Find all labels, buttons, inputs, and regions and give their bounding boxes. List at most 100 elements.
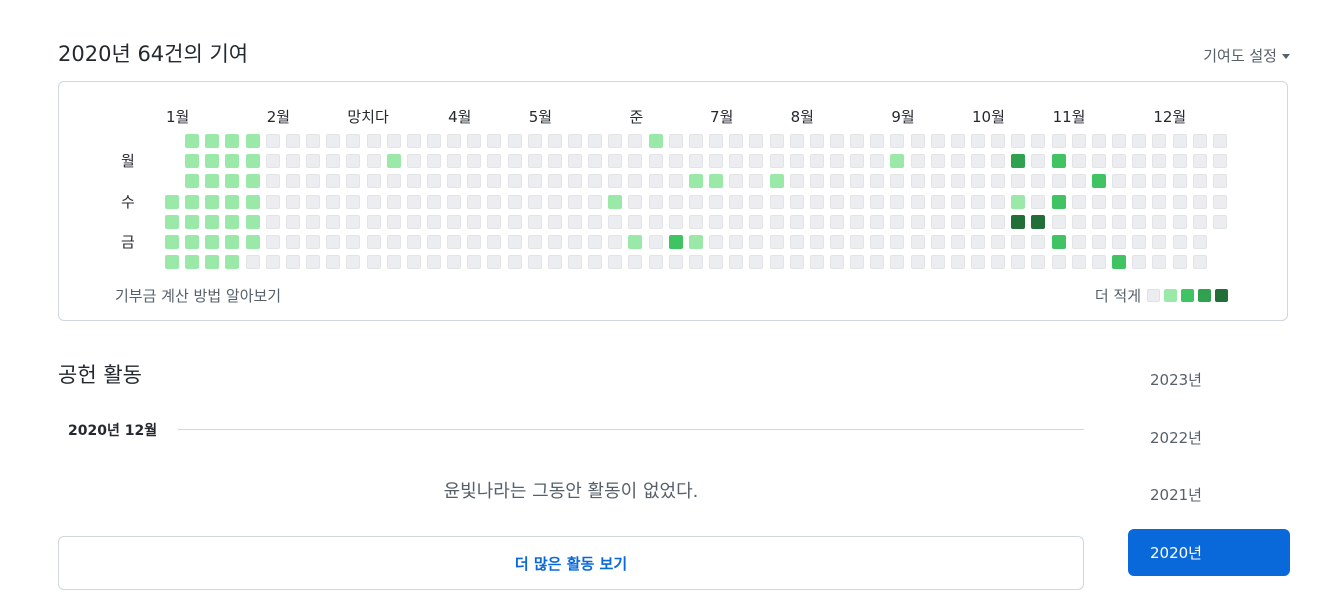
contribution-day[interactable] [225, 134, 240, 148]
contribution-day[interactable] [406, 154, 421, 169]
contribution-day[interactable] [205, 174, 220, 189]
contribution-day[interactable] [467, 214, 482, 229]
contribution-day[interactable] [366, 174, 381, 189]
contribution-day[interactable] [991, 255, 1006, 270]
contribution-day[interactable] [950, 214, 965, 229]
contribution-day[interactable] [668, 174, 683, 189]
contribution-day[interactable] [950, 154, 965, 169]
contribution-day[interactable] [930, 194, 945, 209]
contribution-day[interactable] [991, 214, 1006, 229]
contribution-day[interactable] [890, 255, 905, 270]
contribution-day[interactable] [1051, 194, 1066, 209]
contribution-day[interactable] [971, 194, 985, 209]
contribution-day[interactable] [1011, 134, 1026, 148]
contribution-day[interactable] [809, 255, 824, 270]
contribution-day[interactable] [426, 255, 441, 270]
contribution-day[interactable] [326, 154, 341, 169]
contribution-day[interactable] [991, 154, 1006, 169]
contribution-day[interactable] [205, 235, 220, 249]
contribution-day[interactable] [769, 214, 784, 229]
contribution-day[interactable] [971, 214, 985, 229]
contribution-day[interactable] [447, 214, 462, 229]
contribution-day[interactable] [709, 235, 724, 249]
contribution-day[interactable] [608, 134, 623, 148]
contribution-day[interactable] [588, 255, 603, 270]
contribution-day[interactable] [185, 214, 200, 229]
contribution-day[interactable] [890, 174, 905, 189]
contribution-day[interactable] [165, 214, 179, 229]
contribution-day[interactable] [527, 174, 542, 189]
contribution-day[interactable] [285, 255, 300, 270]
contribution-day[interactable] [688, 255, 703, 270]
contribution-day[interactable] [950, 134, 965, 148]
contribution-day[interactable] [1152, 154, 1167, 169]
contribution-day[interactable] [971, 235, 985, 249]
contribution-day[interactable] [487, 235, 502, 249]
contribution-day[interactable] [1051, 174, 1066, 189]
contribution-day[interactable] [1051, 134, 1066, 148]
contribution-day[interactable] [1192, 235, 1207, 249]
contribution-day[interactable] [829, 235, 844, 249]
contribution-day[interactable] [547, 134, 562, 148]
contribution-day[interactable] [447, 235, 462, 249]
contribution-day[interactable] [1132, 255, 1147, 270]
contribution-day[interactable] [991, 174, 1006, 189]
contribution-day[interactable] [346, 194, 361, 209]
contribution-day[interactable] [265, 214, 280, 229]
contribution-day[interactable] [326, 194, 341, 209]
contribution-day[interactable] [1132, 214, 1147, 229]
contribution-day[interactable] [1091, 235, 1106, 249]
contribution-day[interactable] [870, 174, 885, 189]
contribution-day[interactable] [809, 154, 824, 169]
contribution-day[interactable] [870, 255, 885, 270]
contribution-day[interactable] [709, 134, 724, 148]
contribution-day[interactable] [1011, 235, 1026, 249]
contribution-day[interactable] [507, 134, 522, 148]
year-link[interactable]: 2021년 [1128, 471, 1290, 518]
contribution-day[interactable] [386, 194, 401, 209]
contribution-day[interactable] [1011, 214, 1026, 229]
contribution-day[interactable] [265, 154, 280, 169]
contribution-day[interactable] [265, 174, 280, 189]
contribution-day[interactable] [326, 134, 341, 148]
contribution-day[interactable] [447, 194, 462, 209]
contribution-day[interactable] [890, 194, 905, 209]
contribution-day[interactable] [1071, 154, 1086, 169]
contribution-day[interactable] [386, 154, 401, 169]
contribution-day[interactable] [547, 255, 562, 270]
contribution-day[interactable] [850, 214, 865, 229]
contribution-day[interactable] [527, 194, 542, 209]
contribution-day[interactable] [930, 214, 945, 229]
contribution-day[interactable] [709, 194, 724, 209]
contribution-day[interactable] [1031, 255, 1046, 270]
learn-how-contributions-counted-link[interactable]: 기부금 계산 방법 알아보기 [115, 285, 281, 306]
contribution-day[interactable] [608, 255, 623, 270]
contribution-day[interactable] [850, 174, 865, 189]
contribution-day[interactable] [185, 154, 200, 169]
contribution-day[interactable] [1011, 194, 1026, 209]
contribution-day[interactable] [507, 214, 522, 229]
contribution-day[interactable] [991, 235, 1006, 249]
contribution-day[interactable] [1132, 134, 1147, 148]
contribution-day[interactable] [225, 214, 240, 229]
contribution-day[interactable] [386, 255, 401, 270]
contribution-day[interactable] [769, 255, 784, 270]
contribution-day[interactable] [306, 214, 321, 229]
contribution-day[interactable] [165, 255, 179, 270]
contribution-day[interactable] [1132, 194, 1147, 209]
contribution-day[interactable] [1112, 154, 1127, 169]
contribution-day[interactable] [729, 134, 744, 148]
contribution-day[interactable] [688, 194, 703, 209]
contribution-day[interactable] [527, 214, 542, 229]
contribution-day[interactable] [406, 194, 421, 209]
contribution-day[interactable] [608, 214, 623, 229]
contribution-day[interactable] [1071, 235, 1086, 249]
contribution-day[interactable] [910, 154, 925, 169]
contribution-day[interactable] [789, 214, 804, 229]
contribution-day[interactable] [568, 134, 582, 148]
contribution-day[interactable] [426, 174, 441, 189]
contribution-day[interactable] [1212, 194, 1227, 209]
contribution-day[interactable] [1031, 174, 1046, 189]
contribution-day[interactable] [346, 255, 361, 270]
contribution-day[interactable] [668, 255, 683, 270]
